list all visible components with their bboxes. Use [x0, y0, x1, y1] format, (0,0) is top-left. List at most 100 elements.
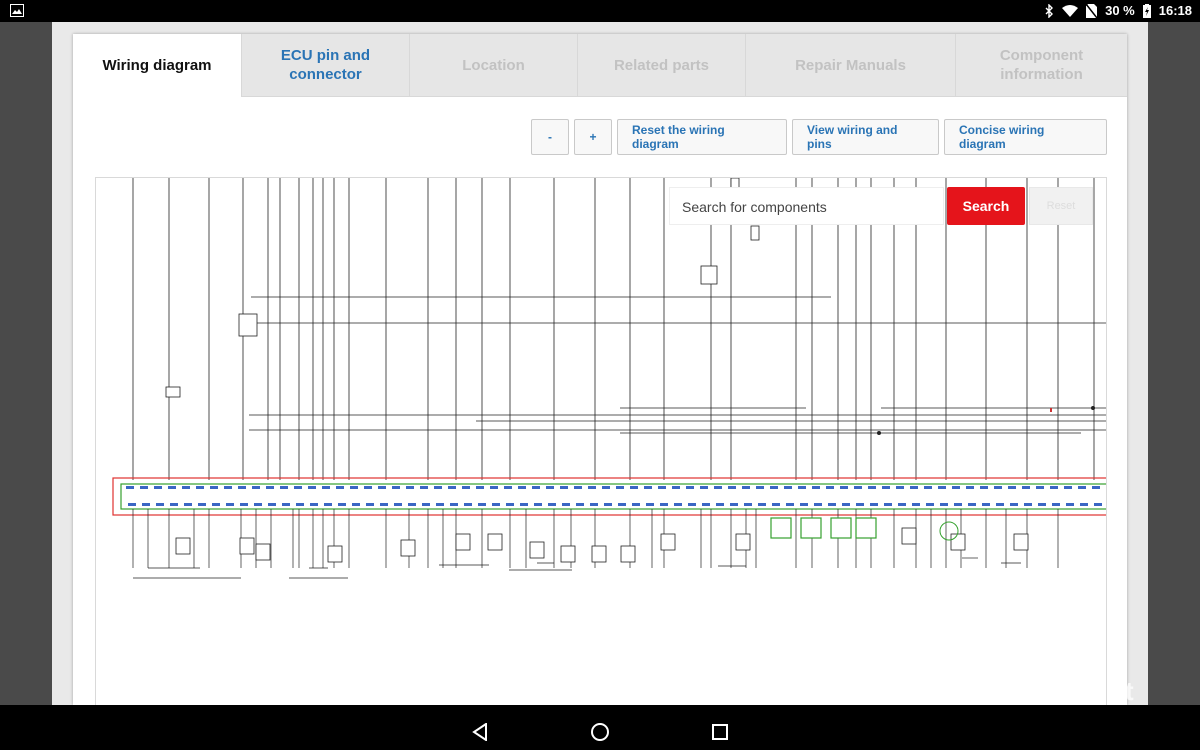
wiring-diagram-canvas[interactable]: Search for components Search Reset: [95, 177, 1107, 707]
status-bar: 30 % 16:18: [0, 0, 1200, 22]
pin-label: [196, 486, 204, 489]
pin-label: [1024, 503, 1032, 506]
pin-label: [322, 486, 330, 489]
pin-label: [548, 503, 556, 506]
pin-label: [842, 503, 850, 506]
pin-label: [184, 503, 192, 506]
concise-diagram-button[interactable]: Concise wiring diagram: [944, 119, 1107, 155]
component-symbol: [255, 543, 271, 561]
pin-label: [924, 486, 932, 489]
pin-label: [854, 486, 862, 489]
pin-label: [954, 503, 962, 506]
pin-label: [464, 503, 472, 506]
pin-label: [392, 486, 400, 489]
no-sim-icon: [1086, 3, 1098, 18]
zoom-out-button[interactable]: -: [531, 119, 569, 155]
pin-label: [448, 486, 456, 489]
back-icon[interactable]: [472, 723, 488, 741]
pin-label: [126, 486, 134, 489]
pin-label: [700, 486, 708, 489]
pin-label: [716, 503, 724, 506]
pin-label: [308, 486, 316, 489]
tab-wiring-diagram[interactable]: Wiring diagram: [73, 34, 241, 97]
tab-ecu-pin-connector[interactable]: ECU pin and connector: [241, 34, 409, 97]
search-button[interactable]: Search: [947, 187, 1025, 225]
pin-label: [770, 486, 778, 489]
pin-label: [588, 486, 596, 489]
pin-label: [268, 503, 276, 506]
component-symbol: [901, 527, 917, 545]
pin-label: [296, 503, 304, 506]
pin-label: [406, 486, 414, 489]
pin-label: [898, 503, 906, 506]
pin-label: [758, 503, 766, 506]
pin-label: [814, 503, 822, 506]
pin-label: [882, 486, 890, 489]
pin-label: [504, 486, 512, 489]
pin-label: [478, 503, 486, 506]
pin-label: [154, 486, 162, 489]
pin-label: [254, 503, 262, 506]
pin-label: [576, 503, 584, 506]
pin-label: [618, 503, 626, 506]
gallery-icon: [10, 4, 24, 17]
component-symbol: [175, 537, 191, 555]
reset-diagram-button[interactable]: Reset the wiring diagram: [617, 119, 787, 155]
pin-label: [282, 503, 290, 506]
component-symbol: [620, 545, 636, 563]
component-symbol: [660, 533, 676, 551]
pin-label: [728, 486, 736, 489]
recents-icon[interactable]: [712, 724, 728, 740]
pin-label: [546, 486, 554, 489]
pin-label: [212, 503, 220, 506]
pin-label: [994, 486, 1002, 489]
diagram-toolbar: - + Reset the wiring diagram View wiring…: [531, 119, 1107, 155]
view-wiring-pins-button[interactable]: View wiring and pins: [792, 119, 939, 155]
pin-label: [420, 486, 428, 489]
pin-label: [828, 503, 836, 506]
component-symbol: [735, 533, 751, 551]
tab-component-information[interactable]: Component information: [955, 34, 1127, 97]
pin-label: [422, 503, 430, 506]
search-reset-button[interactable]: Reset: [1029, 187, 1093, 225]
pin-label: [1010, 503, 1018, 506]
component-symbol: [950, 533, 966, 551]
pin-label: [674, 503, 682, 506]
bluetooth-icon: [1045, 3, 1054, 18]
tab-related-parts[interactable]: Related parts: [577, 34, 745, 97]
green-module: [770, 517, 792, 539]
component-symbol: [1013, 533, 1029, 551]
wiring-schematic[interactable]: [96, 178, 1106, 706]
pin-label: [1038, 503, 1046, 506]
pin-label: [812, 486, 820, 489]
pin-label: [616, 486, 624, 489]
pin-label: [182, 486, 190, 489]
pin-label: [798, 486, 806, 489]
battery-percent: 30 %: [1105, 3, 1135, 18]
pin-label: [1022, 486, 1030, 489]
pin-label: [910, 486, 918, 489]
pin-label: [490, 486, 498, 489]
pin-label: [364, 486, 372, 489]
pin-label: [450, 503, 458, 506]
pin-label: [280, 486, 288, 489]
motor-symbol: [939, 521, 959, 541]
pin-label: [142, 503, 150, 506]
pin-label: [128, 503, 136, 506]
pin-label: [1050, 486, 1058, 489]
component-search-input[interactable]: Search for components: [669, 187, 944, 225]
tab-location[interactable]: Location: [409, 34, 577, 97]
component-symbol: [560, 545, 576, 563]
pin-label: [870, 503, 878, 506]
pin-label: [240, 503, 248, 506]
tab-repair-manuals[interactable]: Repair Manuals: [745, 34, 955, 97]
pin-label: [730, 503, 738, 506]
fuse-symbol: [750, 225, 760, 241]
pin-label: [294, 486, 302, 489]
component-symbol: [455, 533, 471, 551]
home-icon[interactable]: [590, 722, 610, 742]
zoom-in-button[interactable]: +: [574, 119, 612, 155]
pin-label: [518, 486, 526, 489]
pin-label: [602, 486, 610, 489]
pin-label: [520, 503, 528, 506]
